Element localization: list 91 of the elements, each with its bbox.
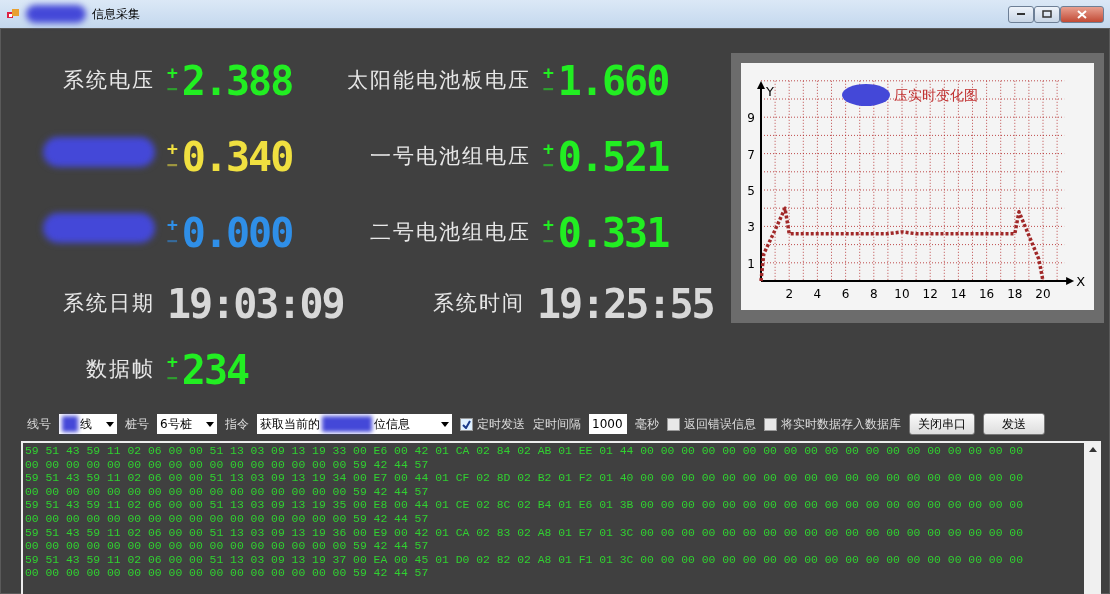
log-line: 59 51 43 59 11 02 06 00 00 51 13 03 09 13 19 35 00 E8 00 44 01 CE 02 8C 02 B4 01 E6 01 3B 00 00 00 00 00 00 00 00 00 00 00 00 00 00 00 00 00 00 00 (25, 499, 1024, 513)
field-label: 系统电压 (63, 68, 155, 93)
scroll-up-icon[interactable] (1088, 447, 1097, 452)
tick-label: 6 (841, 287, 850, 301)
minimize-button[interactable] (1008, 5, 1034, 23)
field-label: 系统日期 (63, 291, 155, 316)
log-line: 59 51 43 59 11 02 06 00 00 51 13 03 09 13 19 34 00 E7 00 44 01 CF 02 8D 02 B2 01 F2 01 40 00 00 00 00 00 00 00 00 00 00 00 00 00 00 00 00 00 00 00 (25, 472, 1024, 486)
tick-label: 3 (747, 220, 755, 235)
minus-sign: − (167, 157, 178, 174)
log-line: 59 51 43 59 11 02 06 00 00 51 13 03 09 13 19 36 00 E9 00 42 01 CA 02 83 02 A8 01 E7 01 3C 00 00 00 00 00 00 00 00 00 00 00 00 00 00 00 00 00 00 00 (25, 526, 1024, 541)
tick-label: 9 (747, 111, 755, 126)
tick-label: 12 (922, 287, 938, 301)
log-area[interactable] (21, 441, 1101, 594)
tick-label: 16 (978, 287, 995, 301)
plus-sign: + (543, 140, 554, 157)
field-label: 太阳能电池板电压 (347, 68, 531, 93)
field-label: 一号电池组电压 (370, 144, 531, 169)
log-line: 00 00 00 00 00 00 00 00 00 00 00 00 00 00 00 00 59 42 44 57 (25, 458, 430, 473)
led-readout: 0.000 (181, 213, 293, 253)
plus-sign: + (167, 64, 178, 81)
minus-sign: − (543, 157, 554, 174)
redaction-mark (842, 84, 890, 106)
checkbox-label: 返回错误信息 (684, 416, 756, 433)
app-icon (6, 7, 20, 21)
plus-sign: + (543, 216, 554, 233)
log-line: 59 51 43 59 11 02 06 00 00 51 13 03 09 13 19 33 00 E6 00 42 01 CA 02 84 02 AB 01 EE 01 44 00 00 00 00 00 00 00 00 00 00 00 00 00 00 00 00 00 00 00 (25, 445, 1024, 459)
tick-label: 4 (813, 287, 822, 301)
time-readout: 19:25:55 (537, 284, 715, 324)
field-label: 桩号 (125, 416, 149, 433)
dropdown[interactable]: 获取当前的 位信息 (257, 414, 452, 434)
plus-sign: + (167, 216, 178, 233)
led-readout: 0.521 (557, 137, 669, 177)
scrollbar[interactable] (1084, 443, 1101, 594)
tick-label: 1 (747, 256, 755, 271)
log-line: 00 00 00 00 00 00 00 00 00 00 00 00 00 00 00 00 59 42 44 57 (25, 540, 430, 554)
checkbox[interactable] (667, 417, 680, 431)
plus-sign: + (543, 64, 554, 81)
chart-title: 压实时变化图 (894, 87, 978, 103)
tick-label: 5 (747, 184, 755, 198)
unit-label: 毫秒 (635, 416, 659, 433)
close-port-button[interactable]: 关闭串口 (909, 413, 975, 435)
minus-sign: − (543, 233, 554, 250)
maximize-button[interactable] (1034, 5, 1060, 23)
led-readout: 0.340 (181, 137, 293, 177)
tick-label: 8 (870, 287, 878, 301)
date-readout: 19:03:09 (167, 284, 345, 324)
close-button[interactable] (1060, 5, 1104, 23)
axis-label: Y (766, 84, 774, 99)
redaction-mark (26, 5, 86, 23)
close-icon (1077, 9, 1087, 19)
minus-sign: − (543, 81, 554, 98)
interval-field[interactable]: 1000 (589, 414, 627, 434)
checkbox-label: 定时发送 (477, 416, 525, 433)
minimize-icon (1017, 12, 1025, 16)
field-label: 系统时间 (433, 291, 525, 316)
tick-label: 18 (1007, 287, 1023, 301)
maximize-icon (1042, 10, 1052, 18)
field-label: 线号 (27, 416, 51, 433)
led-readout: 1.660 (557, 61, 669, 101)
field-label: 指令 (225, 416, 249, 433)
field-label: 二号电池组电压 (370, 220, 531, 245)
log-line: 59 51 43 59 11 02 06 00 00 51 13 03 09 13 19 37 00 EA 00 45 01 D0 02 82 02 A8 01 F1 01 3C 00 00 00 00 00 00 00 00 00 00 00 00 00 00 00 00 00 00 00 (25, 553, 1024, 568)
minus-sign: − (167, 233, 178, 250)
checkbox[interactable] (764, 417, 777, 431)
log-line: 00 00 00 00 00 00 00 00 00 00 00 00 00 00 00 00 59 42 44 57 (25, 485, 430, 500)
plus-sign: + (167, 353, 178, 370)
log-line: 00 00 00 00 00 00 00 00 00 00 00 00 00 00 00 00 59 42 44 57 (25, 512, 430, 527)
field-label: 定时间隔 (533, 416, 581, 433)
checkbox[interactable] (460, 417, 473, 431)
dropdown[interactable]: 6号桩 (157, 414, 217, 434)
led-readout: 0.331 (557, 213, 669, 253)
led-readout: 234 (181, 350, 249, 390)
minus-sign: − (167, 81, 178, 98)
tick-label: 7 (747, 147, 755, 162)
plus-sign: + (167, 140, 178, 157)
window-title: 信息采集 (92, 6, 140, 23)
log-line: 00 00 00 00 00 00 00 00 00 00 00 00 00 00 00 00 59 42 44 57 (25, 567, 430, 581)
caret-icon (441, 421, 449, 427)
tick-label: 14 (950, 287, 967, 301)
tick-label: 20 (1035, 287, 1051, 301)
caret-icon (106, 421, 114, 427)
dropdown[interactable]: 线 (59, 414, 117, 434)
send-button[interactable]: 发送 (983, 413, 1045, 435)
led-readout: 2.388 (181, 61, 293, 101)
tick-label: 10 (894, 287, 910, 301)
axis-label: X (1076, 274, 1086, 289)
minus-sign: − (167, 370, 178, 387)
checkbox-label: 将实时数据存入数据库 (781, 416, 901, 433)
tick-label: 2 (785, 287, 793, 301)
caret-icon (206, 421, 214, 427)
field-label: 数据帧 (86, 357, 155, 382)
